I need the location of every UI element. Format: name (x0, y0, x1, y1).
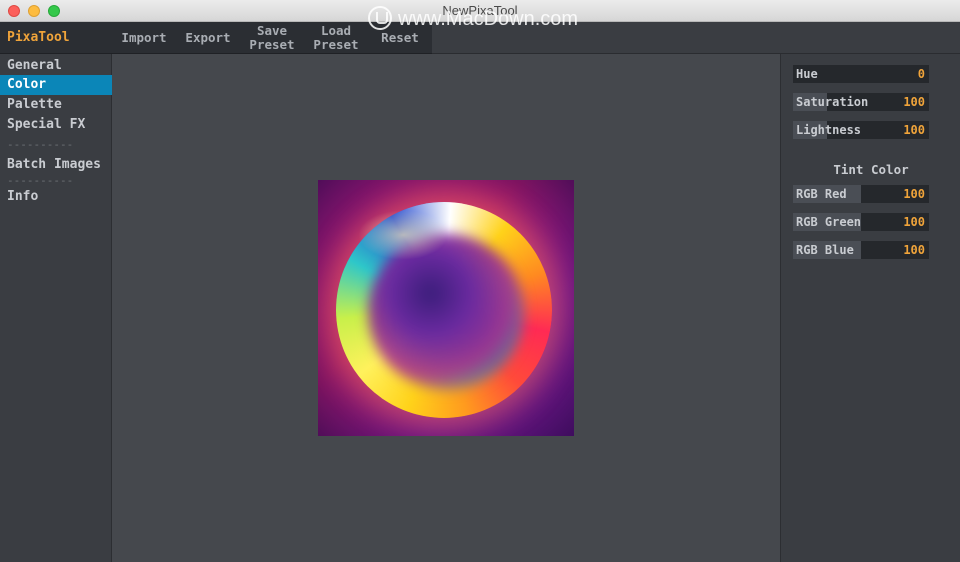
rgb-red-value: 100 (903, 187, 925, 201)
rgb-green-slider[interactable]: RGB Green 100 (793, 213, 929, 231)
sidebar-separator: ---------- (7, 174, 74, 187)
rgb-green-label: RGB Green (796, 215, 862, 229)
rgb-blue-value: 100 (903, 243, 925, 257)
sidebar: General Color Palette Special FX -------… (0, 54, 112, 562)
lightness-label: Lightness (796, 123, 862, 137)
rgb-green-value: 100 (903, 215, 925, 229)
sidebar-separator: ---------- (7, 138, 74, 151)
export-button[interactable]: Export (176, 22, 240, 54)
hue-value: 0 (917, 67, 925, 81)
sidebar-item-palette[interactable]: Palette (0, 95, 112, 115)
canvas-area (112, 54, 780, 562)
rgb-red-slider[interactable]: RGB Red 100 (793, 185, 929, 203)
rgb-red-label: RGB Red (796, 187, 847, 201)
watermark-text: www.MacDown.com (398, 8, 579, 30)
hue-label: Hue (796, 67, 818, 81)
rgb-blue-slider[interactable]: RGB Blue 100 (793, 241, 929, 259)
load-preset-button[interactable]: Load Preset (304, 22, 368, 54)
image-preview (318, 180, 574, 436)
sidebar-item-batch-images[interactable]: Batch Images (0, 155, 112, 175)
tint-color-heading: Tint Color (833, 162, 909, 177)
save-preset-button[interactable]: Save Preset (240, 22, 304, 54)
watermark: www.MacDown.com (368, 4, 578, 34)
adjustments-panel: Hue 0 Saturation 100 Lightness 100 Tint … (780, 54, 960, 562)
rgb-blue-label: RGB Blue (796, 243, 854, 257)
sidebar-item-color[interactable]: Color (0, 75, 112, 95)
watermark-logo-icon (368, 5, 392, 30)
sidebar-item-special-fx[interactable]: Special FX (0, 115, 112, 135)
import-button[interactable]: Import (112, 22, 176, 54)
preview-highlight (358, 210, 448, 260)
lightness-value: 100 (903, 123, 925, 137)
lightness-slider[interactable]: Lightness 100 (793, 121, 929, 139)
saturation-value: 100 (903, 95, 925, 109)
saturation-slider[interactable]: Saturation 100 (793, 93, 929, 111)
hue-slider[interactable]: Hue 0 (793, 65, 929, 83)
app-brand-label: PixaTool v1.54 (0, 22, 112, 77)
sidebar-item-general[interactable]: General (0, 56, 112, 76)
sidebar-item-info[interactable]: Info (0, 187, 112, 207)
saturation-label: Saturation (796, 95, 869, 109)
